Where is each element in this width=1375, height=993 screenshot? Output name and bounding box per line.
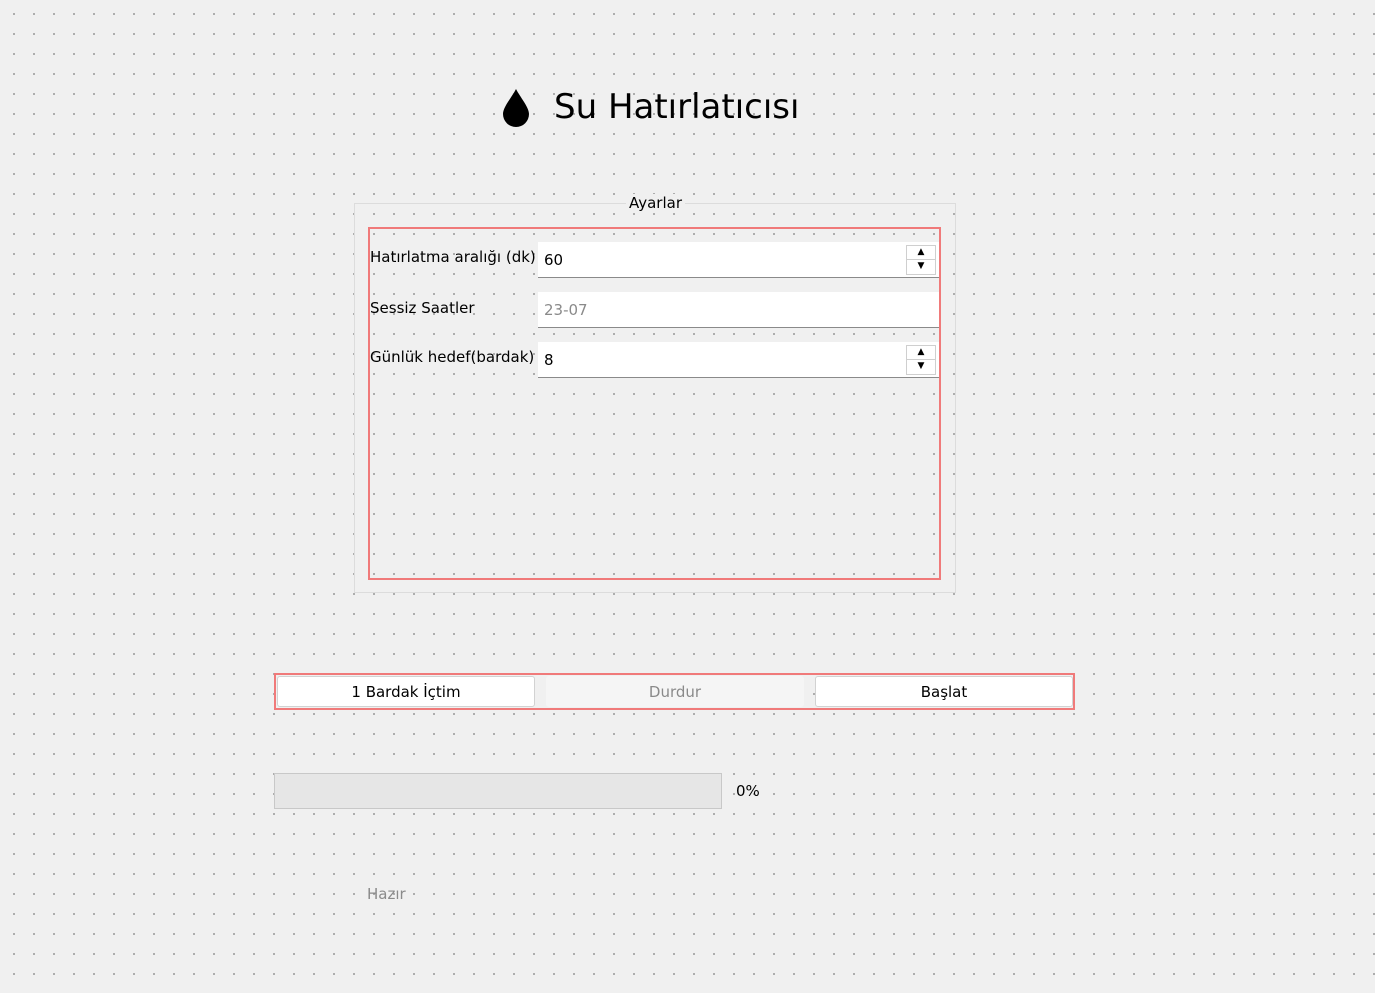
progress-percent-text: 0%: [736, 782, 760, 800]
quiet-hours-input[interactable]: 23-07: [538, 292, 939, 328]
page-title: Su Hatırlatıcısı: [554, 87, 800, 127]
reminder-interval-spinbox[interactable]: 60 ▲ ▼: [538, 242, 939, 278]
stop-button[interactable]: Durdur: [546, 676, 804, 707]
settings-form: [368, 227, 941, 580]
quiet-hours-placeholder: 23-07: [544, 300, 588, 319]
start-button[interactable]: Başlat: [815, 676, 1073, 707]
drank-one-glass-button[interactable]: 1 Bardak İçtim: [277, 676, 535, 707]
daily-progress-bar: [274, 773, 722, 809]
spin-down-icon[interactable]: ▼: [907, 259, 935, 274]
spin-up-icon[interactable]: ▲: [907, 246, 935, 260]
status-label: Hazır: [367, 885, 406, 903]
settings-group-title: Ayarlar: [626, 194, 686, 212]
app-title: Su Hatırlatıcısı: [500, 84, 799, 130]
daily-goal-spinbox[interactable]: 8 ▲ ▼: [538, 342, 939, 378]
reminder-interval-value: 60: [544, 250, 564, 269]
daily-goal-spin-buttons: ▲ ▼: [906, 344, 936, 375]
reminder-interval-label: Hatırlatma aralığı (dk): [370, 248, 536, 266]
water-drop-icon: [503, 89, 529, 127]
spin-up-icon[interactable]: ▲: [907, 346, 935, 360]
reminder-interval-spin-buttons: ▲ ▼: [906, 244, 936, 275]
quiet-hours-label: Sessiz Saatler: [370, 299, 475, 317]
daily-goal-label: Günlük hedef(bardak): [370, 348, 535, 366]
daily-goal-value: 8: [544, 350, 554, 369]
spin-down-icon[interactable]: ▼: [907, 359, 935, 374]
